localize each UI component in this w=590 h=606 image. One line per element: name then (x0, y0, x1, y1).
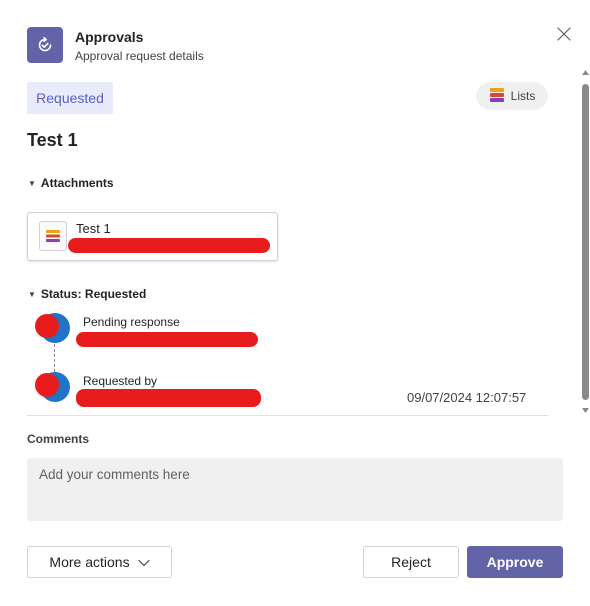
comments-label: Comments (27, 432, 90, 446)
caret-down-icon: ▼ (28, 178, 36, 188)
attachments-section-toggle[interactable]: ▼ Attachments (28, 176, 114, 190)
redaction-mark (76, 389, 261, 407)
redaction-mark (76, 332, 258, 347)
approve-button[interactable]: Approve (467, 546, 563, 578)
close-button[interactable] (554, 24, 574, 44)
status-timestamp: 09/07/2024 12:07:57 (407, 390, 527, 405)
redaction-mark (35, 314, 59, 338)
lists-file-icon (39, 221, 67, 251)
approval-details-dialog: Approvals Approval request details Reque… (0, 0, 590, 606)
chevron-down-icon (137, 554, 150, 570)
attachment-name: Test 1 (76, 221, 111, 236)
status-section-toggle[interactable]: ▼ Status: Requested (28, 287, 146, 301)
request-title: Test 1 (27, 130, 78, 150)
scroll-up-arrow-icon[interactable] (581, 68, 590, 76)
lists-icon (489, 87, 505, 105)
app-title: Approvals (75, 29, 144, 45)
divider (27, 415, 548, 416)
comments-input[interactable] (27, 458, 563, 521)
more-actions-button[interactable]: More actions (27, 546, 172, 578)
redaction-mark (68, 238, 270, 253)
more-actions-label: More actions (49, 554, 130, 570)
close-icon (557, 27, 571, 41)
approvals-icon (27, 27, 63, 63)
status-heading: Status: Requested (40, 287, 147, 301)
scrollbar[interactable] (581, 68, 590, 416)
lists-chip-label: Lists (510, 89, 536, 103)
scrollbar-thumb[interactable] (582, 84, 589, 400)
scroll-down-arrow-icon[interactable] (581, 406, 590, 414)
timeline-connector (54, 344, 55, 372)
tab-requested[interactable]: Requested (27, 82, 113, 114)
attachments-heading: Attachments (40, 176, 114, 190)
redaction-mark (35, 373, 59, 397)
status-entry-label: Requested by (83, 374, 158, 388)
caret-down-icon: ▼ (28, 289, 36, 299)
reject-button[interactable]: Reject (363, 546, 459, 578)
lists-chip[interactable]: Lists (476, 82, 548, 110)
app-subtitle: Approval request details (75, 49, 204, 63)
status-entry-label: Pending response (83, 315, 180, 329)
attachment-card[interactable]: Test 1 (27, 212, 278, 261)
